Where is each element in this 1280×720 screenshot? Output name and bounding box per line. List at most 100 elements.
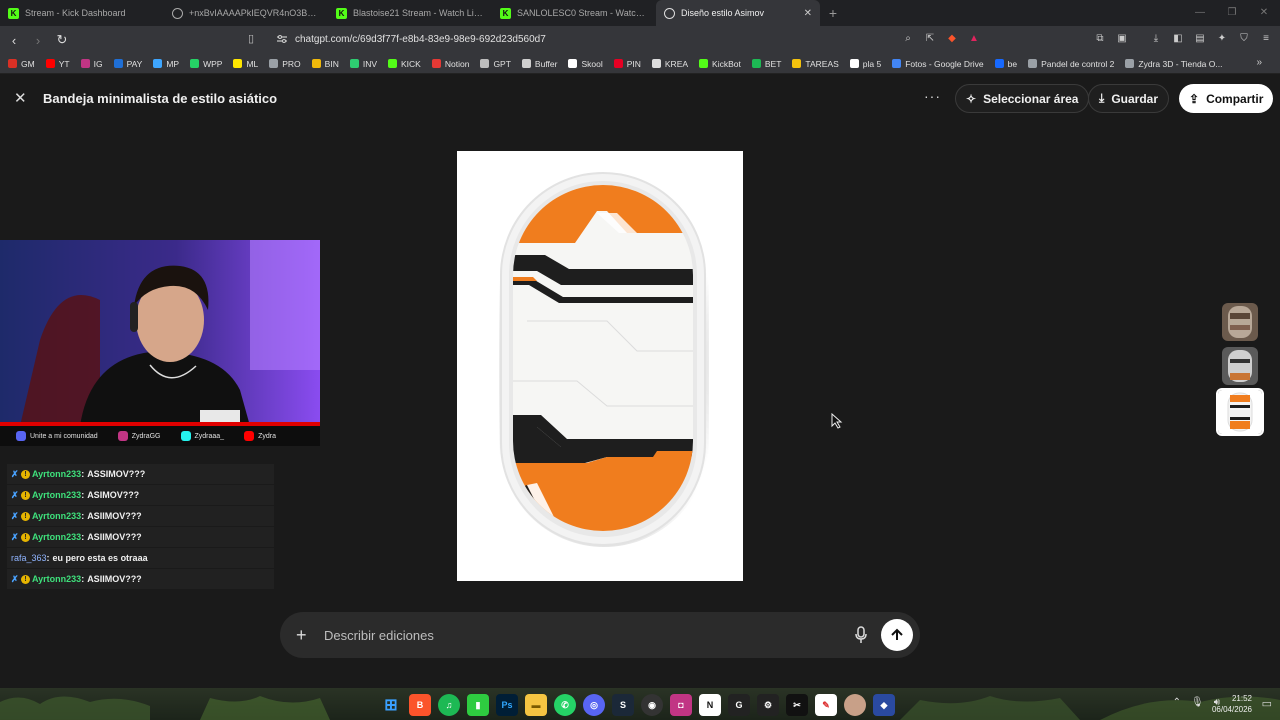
thumbnail-1[interactable] <box>1222 303 1258 341</box>
bookmark-item[interactable]: Buffer <box>521 59 557 69</box>
chevron-up-icon[interactable]: ⌃ <box>1173 697 1181 708</box>
notifications-icon[interactable]: ▭ <box>1262 697 1272 710</box>
bookmark-item[interactable]: PRO <box>269 59 301 69</box>
select-area-button[interactable]: ✧ Seleccionar área <box>955 84 1090 113</box>
more-bookmarks-icon[interactable]: » <box>1256 57 1262 68</box>
browser-tab[interactable]: K Stream - Kick Dashboard <box>0 0 164 26</box>
bookmark-item[interactable]: Fotos - Google Drive <box>892 59 984 69</box>
extensions-icon[interactable]: ⧉ <box>1092 31 1108 47</box>
reload-icon[interactable]: ↻ <box>52 32 72 48</box>
download-icon[interactable]: ⤓ <box>1148 31 1164 47</box>
share-page-icon[interactable]: ⇱ <box>922 31 938 47</box>
site-settings-icon[interactable] <box>276 34 288 44</box>
add-attachment-icon[interactable]: + <box>296 625 312 646</box>
webcam-overlay <box>0 240 320 426</box>
browser-tab[interactable]: K Blastoise21 Stream - Watch Live on K <box>328 0 492 26</box>
browser-tab[interactable]: +nxBvIAAAAPkIEQVR4nO3BMQEAAA <box>164 0 328 26</box>
spotify-icon[interactable]: ♫ <box>438 694 460 716</box>
thumbnail-3-selected[interactable] <box>1216 388 1264 436</box>
bookmark-favicon-icon <box>80 59 90 68</box>
system-clock[interactable]: 21:52 06/04/2026 <box>1212 693 1252 715</box>
discord-icon[interactable]: ◎ <box>583 694 605 716</box>
green-app-icon[interactable]: ▮ <box>467 694 489 716</box>
brave-shield-icon[interactable]: ◆ <box>944 31 960 47</box>
windows-start-icon[interactable]: ⊞ <box>380 694 402 716</box>
bookmark-item[interactable]: ML <box>233 59 258 69</box>
whatsapp-icon[interactable]: ✆ <box>554 694 576 716</box>
bookmark-icon[interactable]: ▯ <box>248 32 254 45</box>
forward-icon[interactable]: › <box>28 33 48 48</box>
steam-icon[interactable]: S <box>612 694 634 716</box>
mic-tray-icon[interactable]: 🎙︎ <box>1191 697 1204 708</box>
vpn-icon[interactable]: ⛉ <box>1236 31 1252 47</box>
notes-icon[interactable]: ✎ <box>815 694 837 716</box>
zoom-icon[interactable]: ⌕ <box>900 31 916 47</box>
app-blue-icon[interactable]: ◆ <box>873 694 895 716</box>
bookmark-item[interactable]: BIN <box>311 59 339 69</box>
bookmark-item[interactable]: Notion <box>431 59 469 69</box>
menu-icon[interactable]: ≡ <box>1258 31 1274 47</box>
bookmark-item[interactable]: pla 5 <box>849 59 881 69</box>
bookmark-item[interactable]: TAREAS <box>792 59 839 69</box>
describe-edits-input[interactable] <box>324 627 824 643</box>
bookmark-label: MP <box>166 58 180 69</box>
bookmark-item[interactable]: GPT <box>480 59 511 69</box>
bookmark-item[interactable]: INV <box>349 59 377 69</box>
bookmark-item[interactable]: WPP <box>190 59 222 69</box>
leo-ai-icon[interactable]: ✦ <box>1214 31 1230 47</box>
window-controls: — ❐ ✕ <box>1184 0 1280 26</box>
browser-tab[interactable]: K SANLOLESC0 Stream - Watch Live on <box>492 0 656 26</box>
close-icon[interactable]: ✕ <box>14 89 27 107</box>
save-button[interactable]: ⤓ Guardar <box>1088 84 1169 113</box>
share-button[interactable]: ⇪ Compartir <box>1179 84 1274 113</box>
file-explorer-icon[interactable]: ▬ <box>525 694 547 716</box>
bookmark-item[interactable]: KICK <box>388 59 421 69</box>
bookmark-item[interactable]: KREA <box>651 59 688 69</box>
bookmark-item[interactable]: YT <box>45 59 70 69</box>
browser-tab-active[interactable]: Diseño estilo Asimov ✕ <box>656 0 820 26</box>
brave-rewards-icon[interactable]: ▲ <box>966 31 982 47</box>
thumbnail-2[interactable] <box>1222 347 1258 385</box>
bookmark-favicon-icon <box>233 59 243 68</box>
bookmark-item[interactable]: Zydra 3D - Tienda O... <box>1125 59 1222 69</box>
new-tab-icon[interactable]: + <box>820 5 846 21</box>
wallet-icon[interactable]: ▤ <box>1192 31 1208 47</box>
back-icon[interactable]: ‹ <box>4 33 24 48</box>
profile-app-icon[interactable] <box>844 694 866 716</box>
close-window-icon[interactable]: ✕ <box>1248 0 1280 26</box>
bookmark-item[interactable]: KickBot <box>699 59 741 69</box>
media-icon[interactable]: ▣ <box>1114 31 1130 47</box>
bookmark-item[interactable]: PIN <box>613 59 641 69</box>
bookmark-item[interactable]: Pandel de control 2 <box>1028 59 1114 69</box>
generated-image[interactable] <box>457 151 743 581</box>
photoshop-icon[interactable]: Ps <box>496 694 518 716</box>
bookmark-item[interactable]: Skool <box>568 59 603 69</box>
brave-icon[interactable]: B <box>409 694 431 716</box>
minimize-icon[interactable]: — <box>1184 0 1216 26</box>
microphone-icon[interactable] <box>854 626 868 644</box>
tab-label: Diseño estilo Asimov <box>681 8 765 18</box>
bookmark-item[interactable]: GM <box>8 59 35 69</box>
more-options-icon[interactable]: ··· <box>924 88 941 104</box>
sidebar-icon[interactable]: ◧ <box>1170 31 1186 47</box>
close-tab-icon[interactable]: ✕ <box>804 8 812 19</box>
gold-badge-icon: ! <box>21 469 30 479</box>
bookmark-item[interactable]: be <box>994 59 1017 69</box>
send-button[interactable] <box>881 619 913 651</box>
chat-message: rafa_363: eu pero esta es otraaa <box>7 548 274 569</box>
app-g-icon[interactable]: G <box>728 694 750 716</box>
clock-date: 06/04/2026 <box>1211 705 1252 714</box>
youtube-link: Zydra <box>244 431 276 441</box>
bookmark-item[interactable]: BET <box>751 59 781 69</box>
bookmark-item[interactable]: IG <box>80 59 103 69</box>
instagram-icon[interactable]: ◘ <box>670 694 692 716</box>
settings-icon[interactable]: ⚙ <box>757 694 779 716</box>
bookmark-item[interactable]: MP <box>153 59 179 69</box>
obs-icon[interactable]: ◉ <box>641 694 663 716</box>
capcut-icon[interactable]: ✂ <box>786 694 808 716</box>
url-input[interactable]: chatgpt.com/c/69d3f77f-e8b4-83e9-98e9-69… <box>295 34 546 45</box>
bookmark-item[interactable]: PAY <box>113 59 142 69</box>
maximize-icon[interactable]: ❐ <box>1216 0 1248 26</box>
bookmark-favicon-icon <box>349 59 359 68</box>
notion-icon[interactable]: N <box>699 694 721 716</box>
